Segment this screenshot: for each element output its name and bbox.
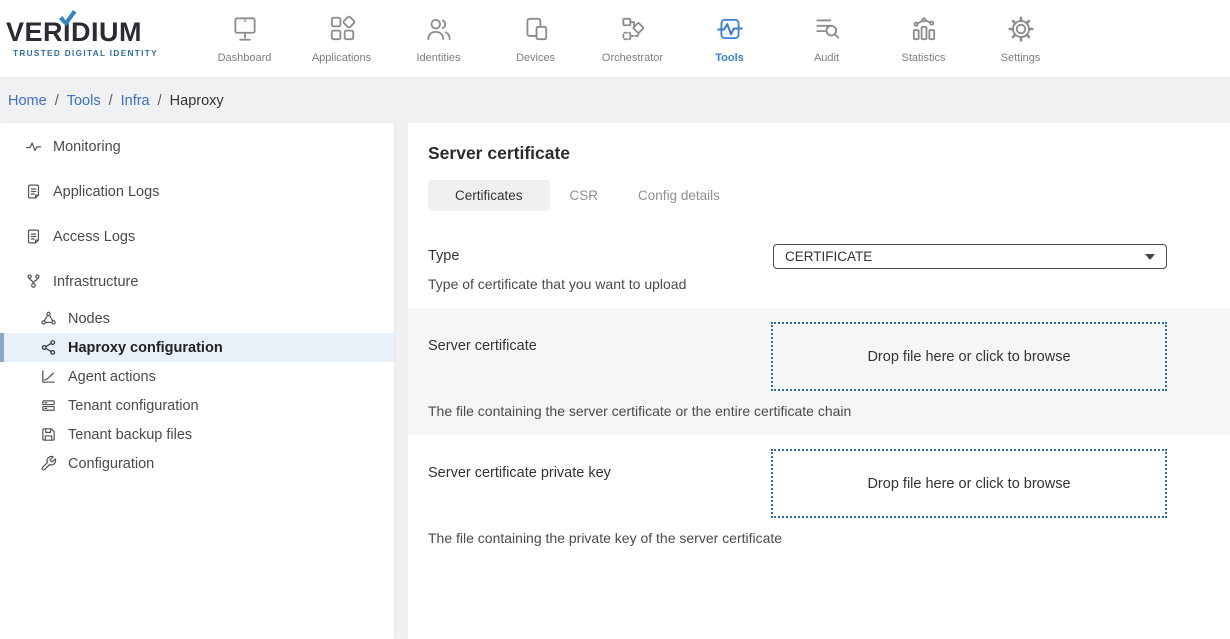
nav-item-dashboard[interactable]: Dashboard	[196, 14, 293, 64]
sidebar-item-infrastructure[interactable]: Infrastructure	[0, 259, 394, 304]
sidebar-subitem-haproxy-configuration[interactable]: Haproxy configuration	[0, 333, 394, 362]
sidebar-subitem-label: Nodes	[68, 311, 110, 327]
nav-item-tools[interactable]: Tools	[681, 14, 778, 64]
tab-csr[interactable]: CSR	[550, 180, 619, 211]
field-row-private-key: Server certificate private key Drop file…	[408, 435, 1230, 562]
wrench-icon	[40, 455, 57, 472]
logo-wordmark: VERIDIUM	[6, 19, 172, 46]
type-field-label: Type	[428, 244, 459, 264]
nodes-cluster-icon	[40, 310, 57, 327]
content-area: Monitoring Application Logs Access Logs …	[0, 123, 1230, 639]
top-navigation-bar: VERIDIUM TRUSTED DIGITAL IDENTITY Dashbo…	[0, 0, 1230, 77]
dropzone-text: Drop file here or click to browse	[867, 476, 1070, 492]
field-row-server-certificate: Server certificate Drop file here or cli…	[408, 308, 1230, 435]
nav-item-orchestrator[interactable]: Orchestrator	[584, 14, 681, 64]
nav-item-applications[interactable]: Applications	[293, 14, 390, 64]
chart-curve-icon	[40, 368, 57, 385]
main-panel: Server certificate Certificates CSR Conf…	[408, 123, 1230, 639]
nav-item-identities[interactable]: Identities	[390, 14, 487, 64]
sidebar-item-application-logs[interactable]: Application Logs	[0, 169, 394, 214]
nav-label: Orchestrator	[602, 52, 663, 64]
logo-checkmark-icon	[58, 10, 77, 27]
field-row-type: Type CERTIFICATE Type of certificate tha…	[408, 228, 1230, 308]
linked-nodes-icon	[40, 339, 57, 356]
chevron-down-icon	[1145, 254, 1155, 260]
nav-label: Settings	[1001, 52, 1041, 64]
app-grid-icon	[327, 14, 357, 44]
breadcrumb-infra[interactable]: Infra	[121, 93, 150, 109]
type-field-description: Type of certificate that you want to upl…	[428, 276, 1167, 292]
sidebar-item-label: Monitoring	[53, 139, 121, 155]
sidebar-item-label: Infrastructure	[53, 274, 138, 290]
sidebar-subitem-agent-actions[interactable]: Agent actions	[0, 362, 394, 391]
nav-item-devices[interactable]: Devices	[487, 14, 584, 64]
breadcrumb-current-haproxy: Haproxy	[170, 93, 224, 109]
activity-square-icon	[715, 14, 745, 44]
bar-line-chart-icon	[909, 14, 939, 44]
breadcrumb-separator: /	[55, 93, 59, 109]
private-key-label: Server certificate private key	[428, 451, 611, 481]
sidebar-subitem-label: Configuration	[68, 456, 154, 472]
devices-icon	[521, 14, 551, 44]
sidebar-subitem-tenant-configuration[interactable]: Tenant configuration	[0, 391, 394, 420]
nav-item-settings[interactable]: Settings	[972, 14, 1069, 64]
floppy-disk-icon	[40, 426, 57, 443]
sidebar: Monitoring Application Logs Access Logs …	[0, 123, 394, 639]
nav-label: Applications	[312, 52, 371, 64]
server-stack-icon	[40, 397, 57, 414]
sidebar-item-monitoring[interactable]: Monitoring	[0, 124, 394, 169]
veridium-logo[interactable]: VERIDIUM TRUSTED DIGITAL IDENTITY	[0, 19, 172, 58]
logo-letter-i: I	[63, 19, 71, 46]
sidebar-subitem-tenant-backup-files[interactable]: Tenant backup files	[0, 420, 394, 449]
private-key-dropzone[interactable]: Drop file here or click to browse	[771, 449, 1167, 518]
server-certificate-description: The file containing the server certifica…	[428, 403, 1167, 419]
pulse-icon	[25, 138, 42, 155]
breadcrumb-home[interactable]: Home	[8, 93, 47, 109]
sidebar-subitem-label: Agent actions	[68, 369, 156, 385]
nav-label: Statistics	[901, 52, 945, 64]
monitor-icon	[230, 14, 260, 44]
breadcrumb-separator: /	[109, 93, 113, 109]
sidebar-subitem-configuration[interactable]: Configuration	[0, 449, 394, 478]
gear-icon	[1006, 14, 1036, 44]
selected-value: CERTIFICATE	[785, 249, 872, 264]
users-icon	[424, 14, 454, 44]
sidebar-subitem-label: Haproxy configuration	[68, 340, 223, 356]
list-search-icon	[812, 14, 842, 44]
sidebar-item-label: Application Logs	[53, 184, 159, 200]
workflow-icon	[618, 14, 648, 44]
tab-certificates[interactable]: Certificates	[428, 180, 550, 211]
sitemap-icon	[25, 273, 42, 290]
nav-label: Audit	[814, 52, 839, 64]
certificate-form: Type CERTIFICATE Type of certificate tha…	[408, 228, 1230, 562]
sidebar-subitem-nodes[interactable]: Nodes	[0, 304, 394, 333]
logo-text: VER	[6, 19, 63, 46]
tab-bar: Certificates CSR Config details	[428, 180, 1210, 211]
private-key-description: The file containing the private key of t…	[428, 530, 1167, 546]
breadcrumb-tools[interactable]: Tools	[67, 93, 101, 109]
sidebar-item-access-logs[interactable]: Access Logs	[0, 214, 394, 259]
page-title: Server certificate	[428, 143, 1210, 164]
logo-tagline: TRUSTED DIGITAL IDENTITY	[13, 49, 172, 58]
document-icon	[25, 183, 42, 200]
server-certificate-dropzone[interactable]: Drop file here or click to browse	[771, 322, 1167, 391]
tab-config-details[interactable]: Config details	[618, 180, 740, 211]
breadcrumb: Home / Tools / Infra / Haproxy	[0, 77, 1230, 123]
nav-label: Identities	[416, 52, 460, 64]
sidebar-subitem-label: Tenant backup files	[68, 427, 192, 443]
logo-text-2: DIUM	[71, 19, 142, 46]
server-certificate-label: Server certificate	[428, 324, 537, 354]
nav-label: Devices	[516, 52, 555, 64]
nav-item-statistics[interactable]: Statistics	[875, 14, 972, 64]
document-icon	[25, 228, 42, 245]
sidebar-subitem-label: Tenant configuration	[68, 398, 199, 414]
dropzone-text: Drop file here or click to browse	[867, 349, 1070, 365]
main-nav: Dashboard Applications Identities Device…	[196, 14, 1069, 64]
nav-label: Tools	[715, 52, 744, 64]
nav-label: Dashboard	[218, 52, 272, 64]
sidebar-item-label: Access Logs	[53, 229, 135, 245]
breadcrumb-separator: /	[158, 93, 162, 109]
nav-item-audit[interactable]: Audit	[778, 14, 875, 64]
certificate-type-select[interactable]: CERTIFICATE	[773, 244, 1167, 269]
